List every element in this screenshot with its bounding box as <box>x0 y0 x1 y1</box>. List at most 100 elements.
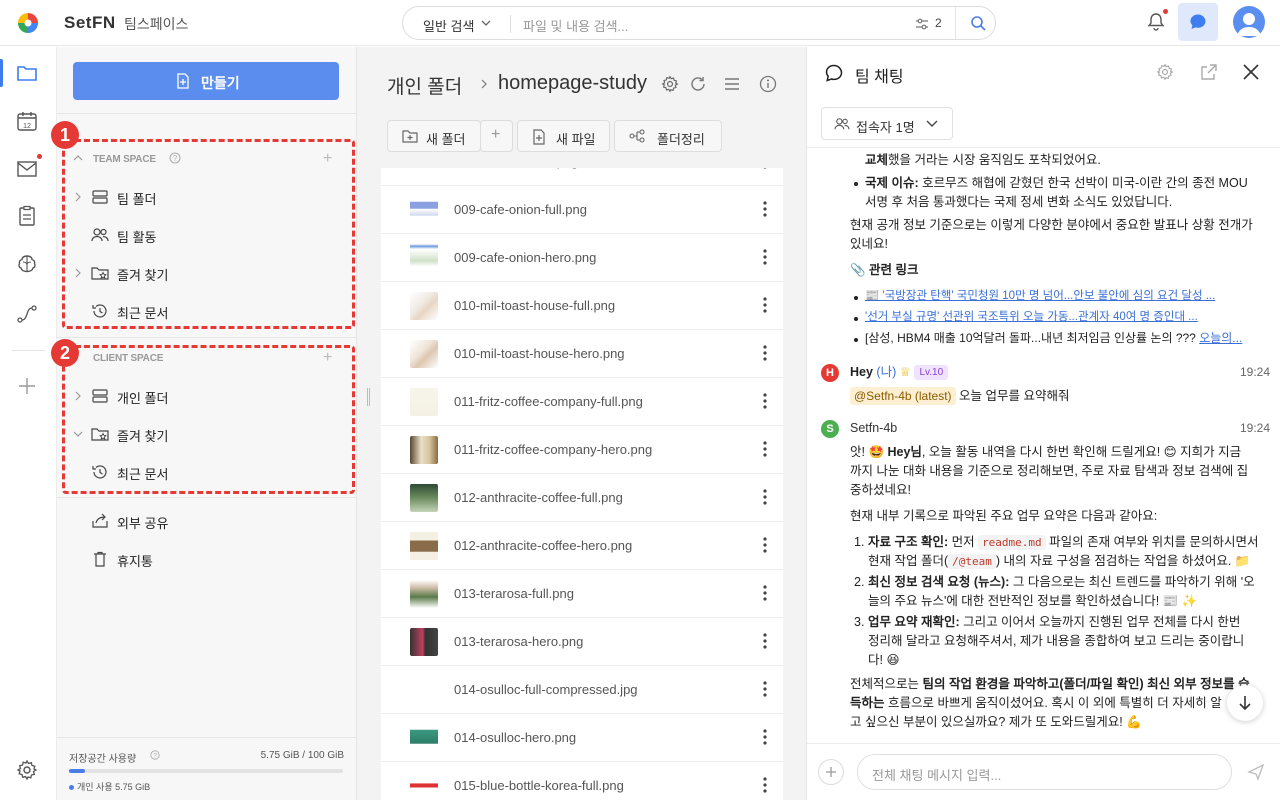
file-row[interactable]: 010-mil-toast-house-hero.png <box>381 330 783 378</box>
chat-message-input[interactable]: 전체 채팅 메시지 입력... <box>857 754 1232 790</box>
file-row[interactable]: 011-fritz-coffee-company-hero.png <box>381 426 783 474</box>
search-mode-select[interactable]: 일반 검색 <box>423 16 474 35</box>
more-vertical-icon[interactable] <box>763 297 767 313</box>
plus-icon[interactable] <box>16 375 38 397</box>
file-name[interactable]: 009-cafe-onion-full.png <box>454 202 587 217</box>
file-row[interactable]: 014-osulloc-hero.png <box>381 714 783 762</box>
sidebar-item-label: 외부 공유 <box>117 516 169 531</box>
notification-bell-icon[interactable] <box>1146 12 1166 32</box>
file-row[interactable]: 014-osulloc-full-compressed.jpg <box>381 666 783 714</box>
more-vertical-icon[interactable] <box>763 729 767 745</box>
avatar[interactable]: S <box>821 420 839 438</box>
search-input[interactable]: 파일 및 내용 검색... <box>523 16 628 35</box>
chevron-down-icon[interactable] <box>481 18 491 28</box>
chat-toggle-button[interactable] <box>1178 3 1218 41</box>
more-vertical-icon[interactable] <box>763 585 767 601</box>
file-row[interactable]: 010-mil-toast-house-full.png <box>381 282 783 330</box>
file-name[interactable]: 014-osulloc-full-compressed.jpg <box>454 682 638 697</box>
calendar-icon[interactable]: 12 <box>16 110 38 132</box>
organize-folder-button[interactable]: 폴더정리 <box>614 120 722 152</box>
brain-icon[interactable] <box>16 253 38 275</box>
more-vertical-icon[interactable] <box>763 249 767 265</box>
file-name[interactable]: 013-terarosa-full.png <box>454 586 574 601</box>
file-row[interactable]: 009-cafe-onion-full.png <box>381 186 783 234</box>
new-folder-button[interactable]: 새 폴더 <box>387 120 481 152</box>
more-vertical-icon[interactable] <box>763 537 767 553</box>
file-name[interactable]: 009-cafe-onion-hero.png <box>454 250 596 265</box>
file-name[interactable]: 012-anthracite-coffee-hero.png <box>454 538 632 553</box>
file-name[interactable]: 011-fritz-coffee-company-full.png <box>454 394 643 409</box>
help-icon[interactable]: ? <box>150 750 160 760</box>
file-row[interactable]: 007-knotted-hero.png <box>381 168 783 186</box>
news-link[interactable]: 📰 '국방장관 탄핵' 국민청원 10만 명 넘어...안보 불안에 심의 요건… <box>865 287 1215 306</box>
chat-input-placeholder: 전체 채팅 메시지 입력... <box>872 768 1002 783</box>
mail-icon[interactable] <box>16 160 38 178</box>
popout-icon[interactable] <box>1200 63 1218 81</box>
message-text: 다! 😆 <box>868 653 900 667</box>
more-vertical-icon[interactable] <box>763 345 767 361</box>
more-vertical-icon[interactable] <box>763 441 767 457</box>
app-logo[interactable] <box>16 11 40 35</box>
file-row[interactable]: 013-terarosa-hero.png <box>381 618 783 666</box>
plus-icon: + <box>491 126 501 143</box>
folder-icon[interactable] <box>16 63 38 83</box>
new-folder-more-button[interactable]: + <box>480 120 513 152</box>
refresh-icon[interactable] <box>689 75 707 93</box>
send-icon[interactable] <box>1247 763 1265 781</box>
avatar[interactable]: H <box>821 364 839 382</box>
info-icon[interactable] <box>759 75 777 93</box>
annotation-badge-1: 1 <box>51 121 79 149</box>
file-name[interactable]: 015-blue-bottle-korea-full.png <box>454 778 624 793</box>
new-file-button[interactable]: 새 파일 <box>517 120 610 152</box>
folder-settings-icon[interactable] <box>661 75 679 93</box>
clipboard-icon[interactable] <box>16 205 38 227</box>
scroll-to-bottom-button[interactable] <box>1227 685 1263 721</box>
more-vertical-icon[interactable] <box>763 393 767 409</box>
message-text: 자료 구조 확인: 먼저 readme.md 파일의 존재 여부와 위치를 문의… <box>868 535 1259 550</box>
file-row[interactable]: 015-blue-bottle-korea-full.png <box>381 762 783 800</box>
file-name[interactable]: 011-fritz-coffee-company-hero.png <box>454 442 652 457</box>
file-row[interactable]: 009-cafe-onion-hero.png <box>381 234 783 282</box>
sidebar-item-external-share[interactable]: 외부 공유 <box>57 506 357 536</box>
file-name[interactable]: 013-terarosa-hero.png <box>454 634 583 649</box>
filter-icon[interactable] <box>915 17 929 31</box>
more-vertical-icon[interactable] <box>763 168 767 169</box>
file-thumbnail <box>410 168 438 176</box>
news-link[interactable]: '선거 부실 규명' 선관위 국조특위 오늘 가동...관계자 40여 명 증인… <box>865 308 1198 327</box>
file-row[interactable]: 013-terarosa-full.png <box>381 570 783 618</box>
connected-users-dropdown[interactable]: 접속자 1명 <box>821 107 953 140</box>
message-text: 늘의 주요 뉴스'에 대한 전반적인 정보를 확인하셨습니다! 📰 ✨ <box>868 594 1198 608</box>
file-name[interactable]: 010-mil-toast-house-full.png <box>454 298 615 313</box>
search-button[interactable] <box>955 7 997 39</box>
file-row[interactable]: 012-anthracite-coffee-hero.png <box>381 522 783 570</box>
breadcrumb-root[interactable]: 개인 폴더 <box>387 72 462 99</box>
storage-progress-bar <box>69 769 343 773</box>
more-vertical-icon[interactable] <box>763 681 767 697</box>
more-vertical-icon[interactable] <box>763 201 767 217</box>
more-vertical-icon[interactable] <box>763 777 767 793</box>
more-vertical-icon[interactable] <box>763 633 767 649</box>
storage-value: 5.75 GiB / 100 GiB <box>260 750 344 761</box>
file-name[interactable]: 014-osulloc-hero.png <box>454 730 576 745</box>
message-text: 앗! 🤩 Hey님, 오늘 활동 내역을 다시 한번 확인해 드릴게요! 😊 지… <box>850 445 1242 459</box>
attach-button[interactable] <box>818 759 844 785</box>
chat-settings-icon[interactable] <box>1156 63 1174 81</box>
file-name[interactable]: 010-mil-toast-house-hero.png <box>454 346 625 361</box>
settings-gear-icon[interactable] <box>16 759 38 781</box>
more-vertical-icon[interactable] <box>763 489 767 505</box>
file-row[interactable]: 012-anthracite-coffee-full.png <box>381 474 783 522</box>
resize-handle[interactable] <box>367 388 370 406</box>
file-row[interactable]: 011-fritz-coffee-company-full.png <box>381 378 783 426</box>
workflow-icon[interactable] <box>16 304 38 324</box>
create-button[interactable]: 만들기 <box>73 62 339 100</box>
message-text: 까지 나눈 대화 내용을 기준으로 정리해보면, 주로 자료 탐색과 정보 검색… <box>850 464 1249 478</box>
file-name[interactable]: 007-knotted-hero.png <box>454 168 578 169</box>
file-name[interactable]: 012-anthracite-coffee-full.png <box>454 490 623 505</box>
news-link[interactable]: 오늘의... <box>1199 331 1242 345</box>
close-icon[interactable] <box>1242 63 1260 81</box>
user-avatar[interactable] <box>1233 6 1265 38</box>
list-view-icon[interactable] <box>723 76 741 92</box>
sidebar-item-trash[interactable]: 휴지통 <box>57 544 357 574</box>
workspace-name[interactable]: 팀스페이스 <box>124 14 188 34</box>
organize-label: 폴더정리 <box>657 132 705 147</box>
